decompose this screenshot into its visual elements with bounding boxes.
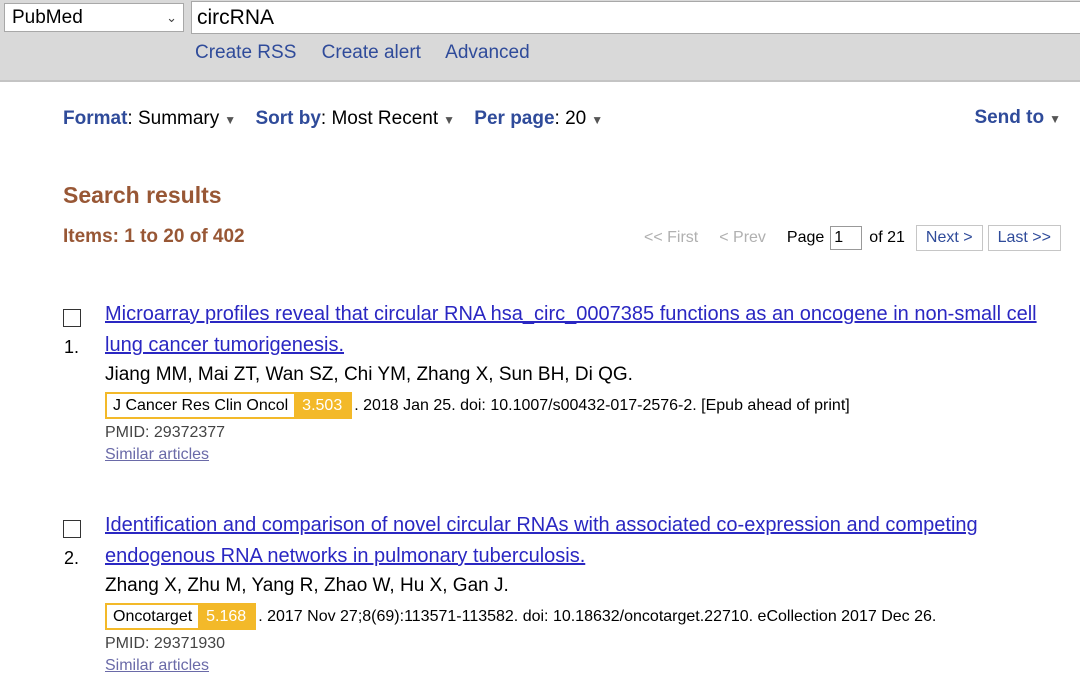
search-bar: PubMed ⌄ circRNA Create RSS Create alert… xyxy=(0,0,1080,82)
pagination: << First < Prev Page 1 of 21 Next > Last… xyxy=(644,225,1061,251)
page-title: Search results xyxy=(63,182,222,208)
impact-factor: 3.503 xyxy=(294,394,351,417)
journal-badge: J Cancer Res Clin Oncol 3.503 xyxy=(105,392,353,419)
journal-name: J Cancer Res Clin Oncol xyxy=(107,394,295,417)
article-authors: Jiang MM, Mai ZT, Wan SZ, Chi YM, Zhang … xyxy=(105,364,633,385)
caret-down-icon: ▼ xyxy=(591,113,604,127)
database-select-value: PubMed xyxy=(12,7,83,28)
article-pmid: PMID: 29371930 xyxy=(105,635,226,652)
select-checkbox[interactable] xyxy=(63,520,81,538)
advanced-search-link[interactable]: Advanced xyxy=(445,42,530,63)
prev-page-link: < Prev xyxy=(719,229,766,246)
last-page-button[interactable]: Last >> xyxy=(987,225,1061,251)
first-page-link: << First xyxy=(644,229,699,246)
similar-articles-link[interactable]: Similar articles xyxy=(105,657,1073,675)
send-to-label: Send to xyxy=(974,107,1045,128)
create-rss-link[interactable]: Create RSS xyxy=(195,42,296,63)
send-to-dropdown[interactable]: Send to ▼ xyxy=(974,107,1061,129)
caret-down-icon: ▼ xyxy=(443,113,455,127)
search-input[interactable]: circRNA xyxy=(191,1,1080,34)
caret-down-icon: ▼ xyxy=(224,113,237,127)
journal-badge: Oncotarget 5.168 xyxy=(105,603,257,630)
sort-value: Most Recent xyxy=(331,108,439,129)
create-alert-link[interactable]: Create alert xyxy=(322,42,421,63)
per-page-label: Per page xyxy=(474,108,555,129)
caret-down-icon: ▼ xyxy=(1049,112,1061,126)
page-label: Page xyxy=(786,229,825,246)
impact-factor: 5.168 xyxy=(198,605,255,628)
sort-label: Sort by xyxy=(255,108,321,129)
page-number-input[interactable]: 1 xyxy=(830,226,863,250)
display-options: Format: Summary ▼ Sort by: Most Recent ▼ P… xyxy=(63,108,617,130)
result-number: 1. xyxy=(64,337,80,357)
article-citation: . 2018 Jan 25. doi: 10.1007/s00432-017-2… xyxy=(354,396,850,414)
article-title-link[interactable]: Identification and comparison of novel c… xyxy=(105,510,1073,572)
next-page-button[interactable]: Next > xyxy=(915,225,983,251)
select-checkbox[interactable] xyxy=(63,309,81,327)
per-page-dropdown[interactable]: Per page: 20 ▼ xyxy=(474,108,603,129)
page-total: of 21 xyxy=(869,229,905,246)
format-value: Summary xyxy=(137,108,220,129)
result-number: 2. xyxy=(64,548,80,568)
article-pmid: PMID: 29372377 xyxy=(105,424,226,441)
format-label: Format xyxy=(63,108,128,129)
journal-name: Oncotarget xyxy=(107,605,199,628)
sort-dropdown[interactable]: Sort by: Most Recent ▼ xyxy=(255,108,455,129)
database-select[interactable]: PubMed ⌄ xyxy=(4,3,184,32)
article-title-link[interactable]: Microarray profiles reveal that circular… xyxy=(105,299,1073,361)
format-dropdown[interactable]: Format: Summary ▼ xyxy=(63,108,236,129)
article-citation: . 2017 Nov 27;8(69):113571-113582. doi: … xyxy=(258,607,937,625)
chevron-down-icon: ⌄ xyxy=(166,10,177,25)
article-authors: Zhang X, Zhu M, Yang R, Zhao W, Hu X, Ga… xyxy=(105,575,509,596)
similar-articles-link[interactable]: Similar articles xyxy=(105,446,1073,464)
per-page-value: 20 xyxy=(565,108,587,129)
items-count: Items: 1 to 20 of 402 xyxy=(63,226,245,247)
search-links: Create RSS Create alert Advanced xyxy=(195,42,550,64)
